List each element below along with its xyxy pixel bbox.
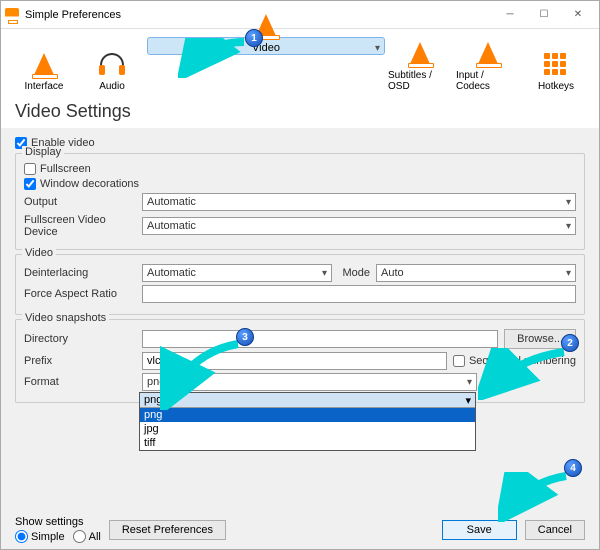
arrow-2 [478, 348, 570, 400]
cancel-button[interactable]: Cancel [525, 520, 585, 540]
tab-subtitles[interactable]: Subtitles / OSD [387, 37, 453, 95]
aspect-ratio-input[interactable] [142, 285, 576, 303]
minimize-button[interactable]: ─ [493, 4, 527, 26]
prefix-label: Prefix [24, 355, 136, 367]
app-icon [5, 8, 19, 22]
arrow-4 [498, 472, 572, 522]
window-decorations-checkbox[interactable]: Window decorations [24, 178, 576, 190]
titlebar: Simple Preferences ─ ☐ ✕ [1, 1, 599, 29]
save-button[interactable]: Save [442, 520, 517, 540]
tab-audio[interactable]: Audio [79, 37, 145, 95]
reset-button[interactable]: Reset Preferences [109, 520, 226, 540]
aspect-ratio-label: Force Aspect Ratio [24, 288, 136, 300]
callout-3: 3 [236, 328, 254, 346]
maximize-button[interactable]: ☐ [527, 4, 561, 26]
fullscreen-checkbox[interactable]: Fullscreen [24, 163, 576, 175]
mode-label: Mode [338, 267, 370, 279]
close-button[interactable]: ✕ [561, 4, 595, 26]
deinterlacing-label: Deinterlacing [24, 267, 136, 279]
tab-interface[interactable]: Interface [11, 37, 77, 95]
cone-icon [410, 42, 430, 64]
callout-4: 4 [564, 459, 582, 477]
arrow-1 [178, 38, 250, 78]
show-settings-label: Show settings [15, 516, 101, 528]
cone-icon [478, 42, 498, 64]
arrow-3 [160, 340, 244, 410]
format-label: Format [24, 376, 136, 388]
radio-all[interactable]: All [73, 530, 101, 543]
settings-body: Enable video Display Fullscreen Window d… [1, 128, 599, 510]
directory-label: Directory [24, 333, 136, 345]
hotkeys-icon [544, 53, 568, 75]
fsdevice-select[interactable]: Automatic [142, 217, 576, 235]
output-label: Output [24, 196, 136, 208]
page-title: Video Settings [1, 99, 599, 128]
group-video: Video Deinterlacing Automatic Mode Auto … [15, 254, 585, 315]
category-toolbar: Interface Audio Video Subtitles / OSD In… [1, 29, 599, 99]
tab-hotkeys[interactable]: Hotkeys [523, 37, 589, 95]
dropdown-option-tiff[interactable]: tiff [140, 436, 475, 450]
dropdown-option-png[interactable]: png [140, 408, 475, 422]
cone-icon [34, 53, 54, 75]
output-select[interactable]: Automatic [142, 193, 576, 211]
headphones-icon [100, 53, 124, 75]
deinterlacing-select[interactable]: Automatic [142, 264, 332, 282]
radio-simple[interactable]: Simple [15, 530, 65, 543]
mode-select[interactable]: Auto [376, 264, 576, 282]
callout-1: 1 [245, 29, 263, 47]
tab-input-codecs[interactable]: Input / Codecs [455, 37, 521, 95]
fsdevice-label: Fullscreen Video Device [24, 214, 136, 238]
enable-video-checkbox[interactable]: Enable video [15, 137, 585, 149]
dropdown-option-jpg[interactable]: jpg [140, 422, 475, 436]
group-display: Display Fullscreen Window decorations Ou… [15, 153, 585, 250]
callout-2: 2 [561, 334, 579, 352]
